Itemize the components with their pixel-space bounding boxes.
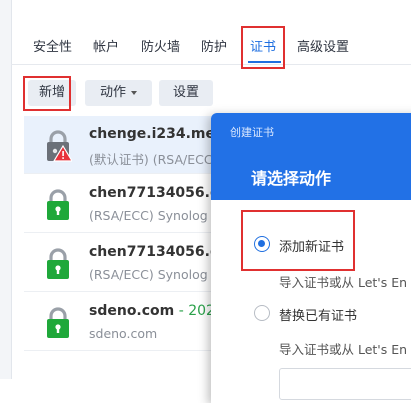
lock-ok-icon: [47, 248, 69, 279]
action-label: 动作: [99, 85, 126, 100]
replace-certificate-label[interactable]: 替换已有证书: [279, 305, 357, 324]
tab-advanced[interactable]: 高级设置: [297, 34, 349, 62]
dialog-caption: 创建证书: [230, 126, 274, 139]
tabs-divider: [11, 64, 411, 65]
tab-certificate[interactable]: 证书: [250, 34, 276, 62]
lock-warning-icon: [47, 130, 72, 162]
replace-certificate-desc: 导入证书或从 Let's En: [279, 342, 408, 357]
create-certificate-dialog: 创建证书 请选择动作 添加新证书 导入证书或从 Let's En 替换已有证书 …: [211, 113, 411, 403]
certificate-name: chenge.i234.me: [89, 126, 215, 142]
certificate-subtitle: (RSA/ECC) Synolog: [89, 208, 208, 223]
left-panel-edge: [0, 0, 12, 379]
settings-button[interactable]: 设置: [159, 80, 213, 106]
dialog-title: 请选择动作: [251, 169, 332, 188]
certificate-name: sdeno.com - 2024: [89, 303, 224, 319]
tab-firewall[interactable]: 防火墙: [141, 34, 180, 62]
certificate-name: chen77134056.d: [89, 244, 220, 260]
add-new-certificate-radio[interactable]: [254, 236, 270, 252]
add-new-certificate-desc: 导入证书或从 Let's En: [279, 275, 408, 290]
replace-certificate-radio[interactable]: [254, 305, 270, 321]
tab-protection[interactable]: 防护: [201, 34, 227, 62]
certificate-subtitle: (默认证书) (RSA/ECC): [89, 152, 218, 167]
chevron-down-icon: [131, 90, 137, 95]
certificate-subtitle: (RSA/ECC) Synolog: [89, 267, 208, 282]
certificate-select-field[interactable]: [279, 368, 411, 400]
tab-account[interactable]: 帐户: [93, 34, 119, 62]
certificate-name: chen77134056.d: [89, 185, 220, 201]
certificate-subtitle: sdeno.com: [89, 326, 158, 341]
dialog-header: 创建证书 请选择动作: [211, 113, 411, 200]
tab-security[interactable]: 安全性: [33, 34, 72, 62]
lock-ok-icon: [47, 307, 69, 338]
lock-ok-icon: [47, 189, 69, 220]
add-button[interactable]: 新增: [28, 80, 76, 106]
action-dropdown-button[interactable]: 动作: [85, 80, 152, 106]
active-tab-indicator: [248, 61, 281, 63]
add-new-certificate-label[interactable]: 添加新证书: [279, 236, 344, 255]
